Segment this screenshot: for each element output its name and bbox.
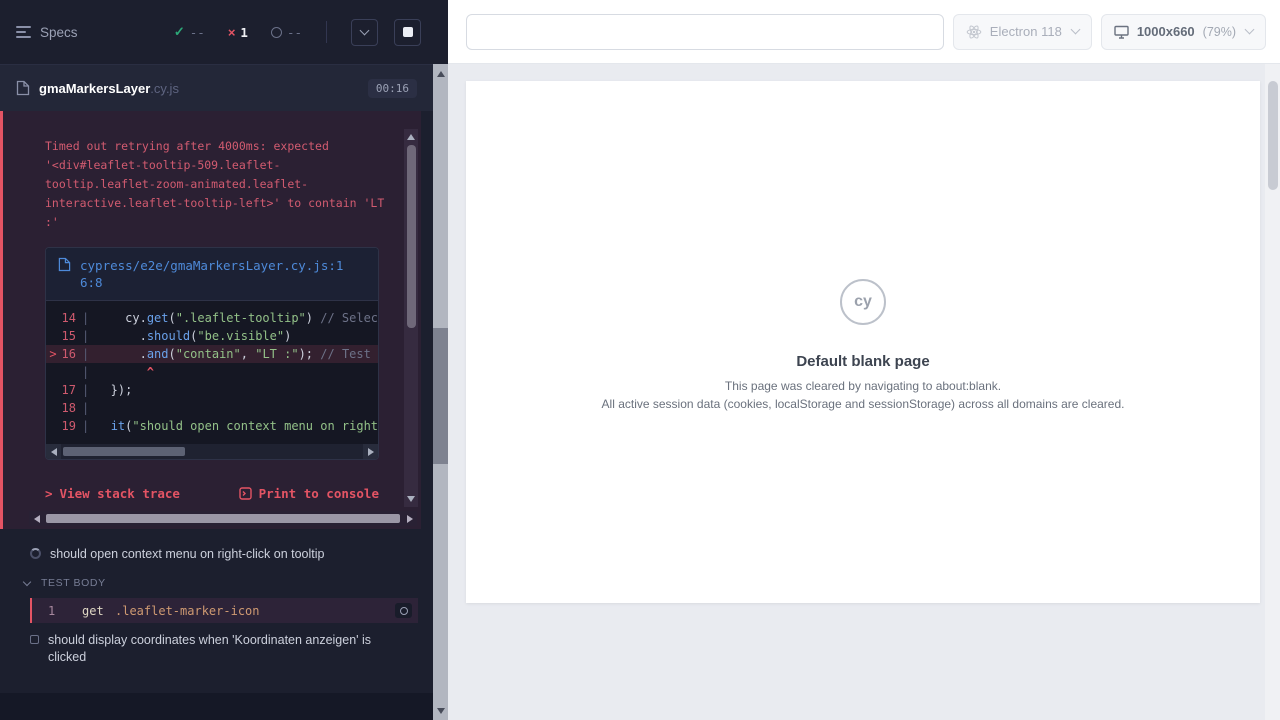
spec-ext: .cy.js: [150, 81, 179, 96]
code-line: 19| it("should open context menu on righ…: [46, 417, 378, 435]
stats-passed: ✓ --: [174, 24, 205, 40]
code-line: | ^: [46, 363, 378, 381]
code-line: >16| .and("contain", "LT :"); // Test: [46, 345, 378, 363]
blank-page-line2: All active session data (cookies, localS…: [466, 397, 1260, 411]
command-message: .leaflet-marker-icon: [115, 604, 395, 618]
error-actions: > View stack trace Print to console: [45, 486, 379, 501]
view-stack-trace-button[interactable]: > View stack trace: [45, 486, 180, 501]
blank-page-line1: This page was cleared by navigating to a…: [466, 379, 1260, 393]
collapse-runs-button[interactable]: [351, 19, 378, 46]
code-scrollbar-horizontal[interactable]: [46, 444, 378, 459]
aut-scrollbar[interactable]: [1265, 64, 1280, 720]
spinner-icon: [30, 548, 41, 559]
aut-frame: cy Default blank page This page was clea…: [466, 81, 1260, 603]
aut-main: cy Default blank page This page was clea…: [448, 64, 1280, 720]
scroll-right-button[interactable]: [402, 511, 417, 526]
stats-failed-count: 1: [240, 25, 248, 40]
monitor-icon: [1114, 25, 1129, 39]
reporter-header-corner: [433, 0, 448, 64]
file-link-text: cypress/e2e/gmaMarkersLayer.cy.js:16:8: [80, 257, 348, 291]
test-body-toggle[interactable]: TEST BODY: [0, 570, 433, 596]
code-block: 14| cy.get(".leaflet-tooltip") // Select…: [46, 301, 378, 437]
scrollbar-thumb[interactable]: [1268, 81, 1278, 190]
blank-page-message: cy Default blank page This page was clea…: [466, 279, 1260, 411]
stats-passed-count: --: [190, 25, 205, 40]
electron-icon: [966, 24, 982, 40]
viewport-scale: (79%): [1203, 25, 1236, 39]
scrollbar-thumb[interactable]: [46, 514, 400, 523]
scroll-down-button[interactable]: [433, 703, 448, 718]
chevron-down-icon: [1070, 25, 1080, 35]
header-divider: [326, 21, 327, 43]
terminal-icon: [239, 487, 252, 500]
square-icon: [30, 635, 39, 644]
cy-logo: cy: [840, 279, 886, 325]
aut-header: Electron 118 1000x660 (79%): [448, 0, 1280, 64]
command-number: 1: [48, 604, 82, 618]
test-queued[interactable]: should display coordinates when 'Koordin…: [0, 625, 433, 673]
stop-button[interactable]: [394, 19, 421, 46]
scroll-right-button[interactable]: [363, 444, 378, 459]
test-running[interactable]: should open context menu on right-click …: [0, 539, 433, 570]
code-line: 15| .should("be.visible"): [46, 327, 378, 345]
scrollbar-thumb[interactable]: [433, 328, 448, 464]
failed-test-section: Timed out retrying after 4000ms: expecte…: [0, 111, 421, 529]
test-title: should display coordinates when 'Koordin…: [48, 632, 393, 666]
code-line: 17| });: [46, 381, 378, 399]
code-frame-file-link[interactable]: cypress/e2e/gmaMarkersLayer.cy.js:16:8: [46, 248, 378, 301]
url-input[interactable]: [466, 14, 944, 50]
chevron-right-icon: >: [45, 486, 53, 501]
spec-duration: 00:16: [368, 79, 417, 98]
stats-pending: --: [271, 25, 302, 40]
viewport-size: 1000x660: [1137, 24, 1195, 39]
error-scrollbar-vertical[interactable]: [404, 129, 418, 507]
stats-pending-count: --: [287, 25, 302, 40]
x-icon: ×: [228, 25, 236, 40]
check-icon: ✓: [174, 24, 185, 40]
command-spinner-badge: [395, 603, 412, 618]
viewport-select[interactable]: 1000x660 (79%): [1101, 14, 1266, 50]
document-icon: [16, 80, 30, 96]
spec-title: gmaMarkersLayer.cy.js: [39, 81, 359, 96]
stats-failed: × 1: [228, 25, 248, 40]
scroll-up-button[interactable]: [433, 66, 448, 81]
scroll-left-button[interactable]: [29, 511, 44, 526]
spec-row[interactable]: gmaMarkersLayer.cy.js 00:16: [0, 64, 433, 111]
code-line: 14| cy.get(".leaflet-tooltip") // Select…: [46, 309, 378, 327]
error-scrollbar-horizontal[interactable]: [29, 511, 417, 526]
scroll-down-button[interactable]: [404, 492, 418, 506]
command-name: get: [82, 604, 115, 618]
chevron-down-icon: [360, 25, 370, 35]
reporter-panel: Specs ✓ -- × 1 -- gmaMarkersLayer.cy.js …: [0, 0, 433, 720]
chevron-down-icon: [23, 577, 31, 585]
reporter-header: Specs ✓ -- × 1 --: [0, 0, 433, 64]
error-message: Timed out retrying after 4000ms: expecte…: [45, 137, 390, 232]
test-body-label: TEST BODY: [41, 577, 106, 589]
reporter-scrollbar[interactable]: [433, 64, 448, 720]
test-list: should open context menu on right-click …: [0, 529, 433, 693]
scroll-up-button[interactable]: [404, 130, 418, 144]
test-title: should open context menu on right-click …: [50, 546, 324, 563]
clock-icon: [271, 27, 282, 38]
stop-icon: [403, 27, 413, 37]
print-to-console-button[interactable]: Print to console: [239, 486, 379, 501]
command-row[interactable]: 1 get .leaflet-marker-icon: [30, 598, 418, 623]
chevron-down-icon: [1245, 25, 1255, 35]
blank-page-title: Default blank page: [466, 353, 1260, 370]
browser-label: Electron 118: [990, 24, 1062, 39]
browser-select[interactable]: Electron 118: [953, 14, 1092, 50]
specs-menu-icon[interactable]: [16, 26, 31, 38]
reporter-footer: [0, 693, 433, 720]
code-frame: cypress/e2e/gmaMarkersLayer.cy.js:16:8 1…: [45, 247, 379, 460]
code-line: 18|: [46, 399, 378, 417]
spinner-icon: [400, 607, 408, 615]
scroll-left-button[interactable]: [46, 444, 61, 459]
file-icon: [58, 257, 71, 272]
spec-name: gmaMarkersLayer: [39, 81, 150, 96]
scrollbar-thumb[interactable]: [63, 447, 185, 456]
specs-title[interactable]: Specs: [40, 25, 78, 40]
aut-panel: Electron 118 1000x660 (79%) cy Default b…: [448, 0, 1280, 720]
scrollbar-thumb[interactable]: [407, 145, 416, 328]
